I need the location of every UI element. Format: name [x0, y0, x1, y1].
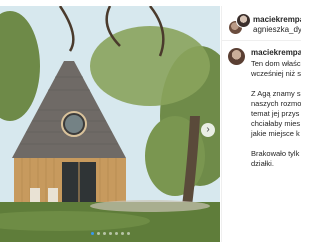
avatar[interactable] [236, 13, 251, 28]
caption-line: jakie miejsce k [251, 129, 300, 138]
avatar[interactable] [228, 48, 245, 65]
carousel-dot [114, 232, 118, 235]
caption-line: Brakowało tylk [251, 149, 300, 158]
caption-line: chciałaby mies [251, 119, 301, 128]
carousel-dot [126, 232, 130, 235]
caption-line: wcześniej niż s [251, 69, 301, 78]
chevron-right-icon: › [206, 124, 210, 135]
post-side-panel: maciekrempala agnieszka_dyg maciekrempal… [221, 6, 301, 242]
carousel-indicator [0, 232, 220, 238]
tagged-username-link[interactable]: agnieszka_dyg [253, 25, 301, 34]
carousel-dot [102, 232, 106, 235]
carousel-dot [120, 232, 124, 235]
caption-line: Z Agą znamy s [251, 89, 301, 98]
caption-line: działki. [251, 159, 274, 168]
caption-line: temat jej przys [251, 109, 300, 118]
house-photo-illustration [0, 6, 220, 242]
carousel-dot [108, 232, 112, 235]
caption-line: naszych rozmo [251, 99, 301, 108]
caption-author-link[interactable]: maciekrempala [251, 48, 301, 57]
next-slide-button[interactable]: › [201, 123, 215, 137]
carousel-dot [96, 232, 100, 235]
post-header: maciekrempala agnieszka_dyg [222, 6, 301, 41]
caption-line: Ten dom właśc [251, 59, 301, 68]
author-avatars[interactable] [228, 13, 251, 35]
carousel-dot [90, 232, 94, 235]
author-username-link[interactable]: maciekrempala [253, 15, 301, 24]
post-photo[interactable]: › [0, 6, 220, 242]
